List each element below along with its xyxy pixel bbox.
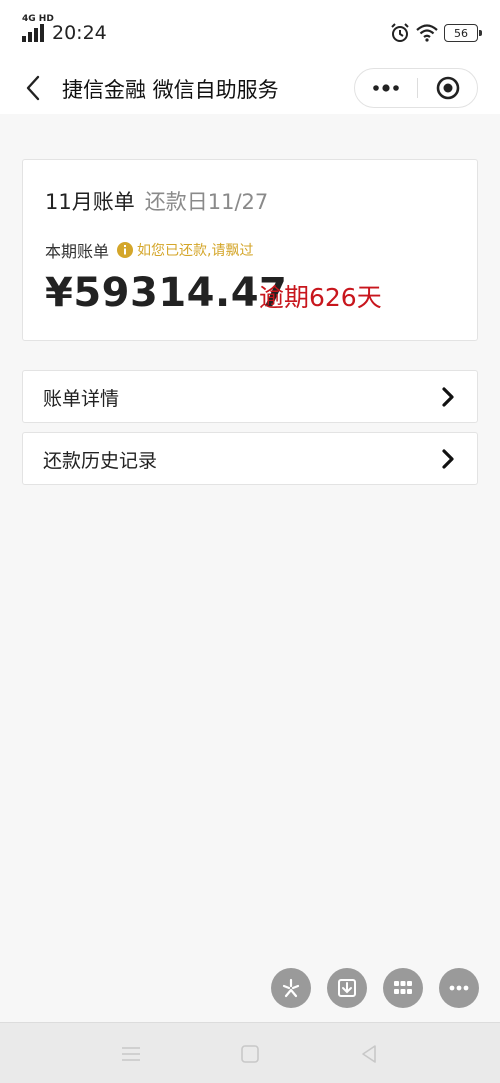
- more-dots-icon: [373, 84, 399, 92]
- floating-buttons: [271, 968, 479, 1008]
- more-icon: [449, 985, 469, 991]
- back-arrow-icon: [26, 75, 40, 101]
- close-button[interactable]: [418, 69, 478, 107]
- grid-button[interactable]: [383, 968, 423, 1008]
- bill-header: 11月账单 还款日11/27: [45, 186, 268, 216]
- repayment-history-row[interactable]: 还款历史记录: [22, 432, 478, 485]
- bill-card: 11月账单 还款日11/27 本期账单 如您已还款,请飘过 ¥59314.47 逾…: [22, 159, 478, 341]
- home-square-icon: [241, 1045, 259, 1063]
- close-target-icon: [436, 76, 460, 100]
- battery-level: 56: [454, 26, 468, 40]
- page-title: 捷信金融 微信自助服务: [62, 78, 279, 102]
- period-row: 本期账单 如您已还款,请飘过: [45, 238, 253, 262]
- status-time: 20:24: [52, 22, 107, 44]
- wifi-icon: [416, 24, 438, 42]
- download-button[interactable]: [327, 968, 367, 1008]
- back-button[interactable]: [18, 72, 48, 104]
- network-label: 4G HD: [22, 14, 54, 24]
- row-label: 还款历史记录: [43, 450, 158, 472]
- row-label: 账单详情: [43, 388, 120, 410]
- alarm-icon: [391, 23, 409, 42]
- download-icon: [338, 979, 356, 997]
- overdue-days: 逾期626天: [259, 283, 382, 312]
- info-icon: [117, 242, 134, 258]
- grid-icon: [394, 981, 412, 994]
- mini-program-capsule: [354, 68, 478, 108]
- title-bar: 捷信金融 微信自助服务: [0, 62, 500, 114]
- back-triangle-icon: [362, 1045, 376, 1063]
- signal-icon: [22, 24, 44, 42]
- sparkle-button[interactable]: [271, 968, 311, 1008]
- more-button-floating[interactable]: [439, 968, 479, 1008]
- battery-icon: 56: [444, 24, 482, 42]
- menu-icon: [122, 1047, 140, 1061]
- bill-month: 11月账单: [45, 190, 135, 214]
- home-button[interactable]: [237, 1041, 263, 1067]
- paid-notice: 如您已还款,请飘过: [137, 243, 254, 259]
- bill-details-row[interactable]: 账单详情: [22, 370, 478, 423]
- menu-button[interactable]: [118, 1041, 144, 1067]
- period-label: 本期账单: [45, 242, 110, 261]
- back-nav-button[interactable]: [356, 1041, 382, 1067]
- bill-amount: ¥59314.47: [45, 270, 288, 316]
- chevron-right-icon: [442, 387, 454, 407]
- due-date: 还款日11/27: [144, 190, 269, 214]
- status-icons: 56: [390, 22, 482, 44]
- status-bar: 4G HD 20:24 56: [0, 0, 500, 62]
- chevron-right-icon: [442, 449, 454, 469]
- sparkle-icon: [282, 978, 300, 998]
- system-nav-bar: [0, 1022, 500, 1083]
- more-button[interactable]: [355, 69, 417, 107]
